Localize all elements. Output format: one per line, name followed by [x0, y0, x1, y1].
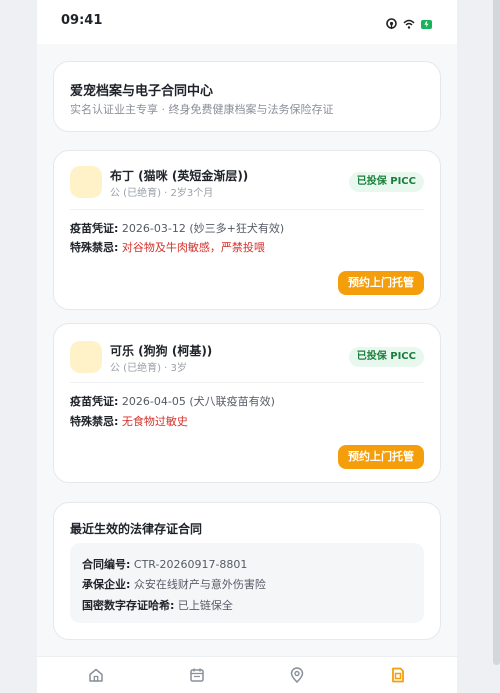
taboo-row: 特殊禁忌: 无食物过敏史: [70, 413, 188, 429]
vaccine-row: 疫苗凭证: 2026-03-12 (妙三多+狂犬有效): [70, 220, 284, 236]
taboo-label: 特殊禁忌:: [70, 241, 119, 254]
pet-meta: 公 (已绝育) · 3岁: [110, 363, 187, 374]
taboo-label: 特殊禁忌:: [70, 415, 119, 428]
divider: [70, 382, 424, 383]
page-subtitle: 实名认证业主专享 · 终身免费健康档案与法务保险存证: [70, 103, 334, 116]
insured-badge: 已投保 PICC: [348, 347, 424, 367]
tab-location[interactable]: [287, 667, 307, 687]
tab-documents[interactable]: [388, 667, 408, 687]
contract-number-row: 合同编号: CTR-20260917-8801: [82, 556, 247, 572]
vaccine-label: 疫苗凭证:: [70, 395, 119, 408]
header-card: 爱宠档案与电子合同中心 实名认证业主专享 · 终身免费健康档案与法务保险存证: [53, 61, 441, 132]
book-sitting-button[interactable]: 预约上门托管: [338, 445, 424, 469]
vaccine-value: 2026-04-05 (犬八联疫苗有效): [121, 395, 275, 408]
pet-avatar: [70, 166, 102, 198]
insured-badge: 已投保 PICC: [348, 172, 424, 192]
document-icon: [390, 667, 406, 687]
pet-avatar: [70, 341, 102, 373]
signal-icon: [386, 14, 397, 33]
contract-details: 合同编号: CTR-20260917-8801 承保企业: 众安在线财产与意外伤…: [70, 543, 424, 623]
pet-card: 布丁 (猫咪 (英短金渐层)) 公 (已绝育) · 2岁3个月 已投保 PICC…: [53, 150, 441, 310]
contract-card: 最近生效的法律存证合同 合同编号: CTR-20260917-8801 承保企业…: [53, 502, 441, 640]
taboo-value: 对谷物及牛肉敏感，严禁投喂: [121, 241, 265, 254]
divider: [70, 209, 424, 210]
page-title: 爱宠档案与电子合同中心: [70, 84, 214, 99]
bottom-tab-bar: [37, 656, 457, 693]
contract-number-value: CTR-20260917-8801: [133, 558, 248, 571]
home-icon: [88, 667, 104, 687]
contract-title: 最近生效的法律存证合同: [70, 522, 203, 536]
hash-value: 已上链保全: [177, 599, 233, 612]
contract-number-label: 合同编号:: [82, 558, 131, 571]
window-scrollbar[interactable]: [493, 0, 500, 665]
pet-card: 可乐 (狗狗 (柯基)) 公 (已绝育) · 3岁 已投保 PICC 疫苗凭证:…: [53, 323, 441, 483]
pet-name: 布丁 (猫咪 (英短金渐层)): [110, 169, 249, 183]
vaccine-row: 疫苗凭证: 2026-04-05 (犬八联疫苗有效): [70, 393, 275, 409]
book-sitting-button[interactable]: 预约上门托管: [338, 271, 424, 295]
vaccine-value: 2026-03-12 (妙三多+狂犬有效): [121, 222, 285, 235]
hash-row: 国密数字存证哈希: 已上链保全: [82, 597, 233, 613]
insurer-value: 众安在线财产与意外伤害险: [133, 578, 266, 591]
wifi-icon: [403, 14, 415, 33]
taboo-value: 无食物过敏史: [121, 415, 188, 428]
insurer-label: 承保企业:: [82, 578, 131, 591]
taboo-row: 特殊禁忌: 对谷物及牛肉敏感，严禁投喂: [70, 239, 265, 255]
tab-home[interactable]: [86, 667, 106, 687]
calendar-icon: [189, 667, 205, 687]
hash-label: 国密数字存证哈希:: [82, 599, 175, 612]
status-bar: 09:41: [37, 0, 457, 44]
location-icon: [289, 667, 305, 687]
tab-calendar[interactable]: [187, 667, 207, 687]
status-icons: [386, 14, 433, 33]
vaccine-label: 疫苗凭证:: [70, 222, 119, 235]
insurer-row: 承保企业: 众安在线财产与意外伤害险: [82, 576, 266, 592]
phone-screen: 09:41 爱宠档案与电子合同中心 实名认证业主专享 · 终身免费健康档案与法务…: [37, 0, 457, 693]
pet-name: 可乐 (狗狗 (柯基)): [110, 344, 213, 358]
pet-meta: 公 (已绝育) · 2岁3个月: [110, 188, 214, 199]
status-time: 09:41: [61, 13, 103, 28]
battery-icon: [421, 14, 433, 33]
